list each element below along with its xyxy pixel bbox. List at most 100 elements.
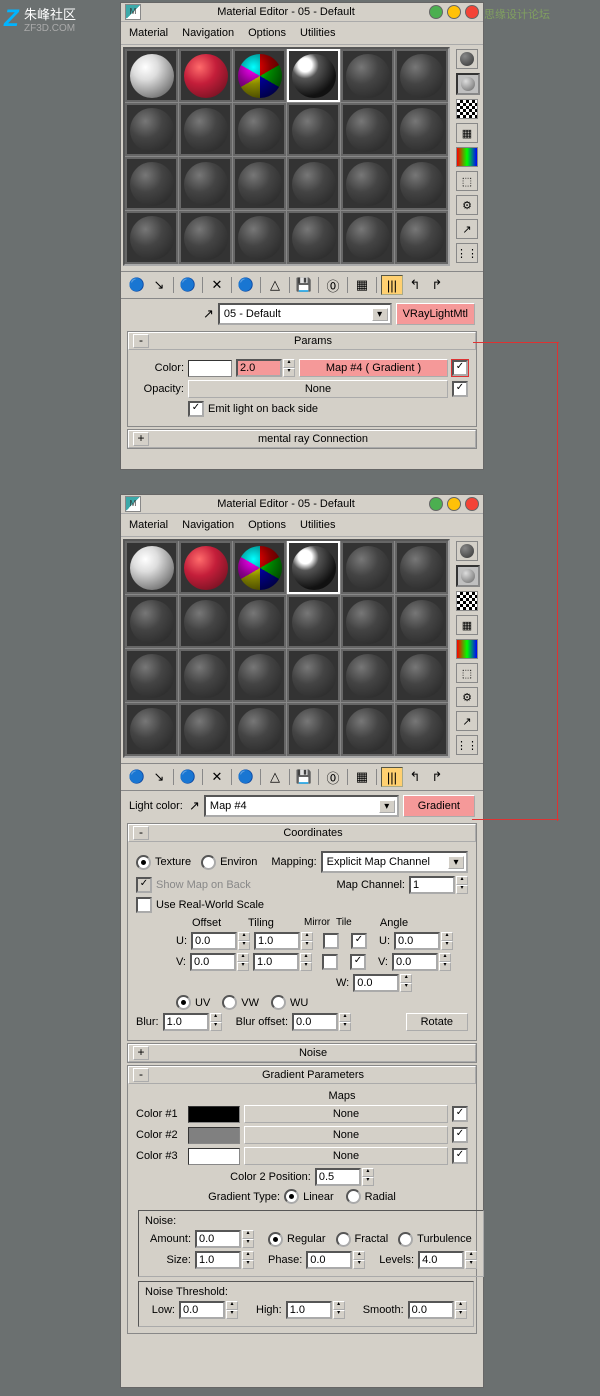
- wu-radio[interactable]: [271, 995, 286, 1010]
- slot-18[interactable]: [395, 157, 448, 210]
- slot-22[interactable]: [287, 703, 340, 756]
- menu-material[interactable]: Material: [129, 519, 168, 531]
- nt-high-spinner[interactable]: ▴▾: [286, 1301, 345, 1319]
- uv-radio[interactable]: [176, 995, 191, 1010]
- mentalray-header[interactable]: +mental ray Connection: [128, 430, 476, 448]
- sample-type-icon[interactable]: [456, 541, 478, 561]
- reset-icon[interactable]: ✕: [207, 768, 227, 786]
- close-button[interactable]: [465, 5, 479, 19]
- eyedropper-icon[interactable]: ↗: [189, 798, 200, 814]
- slot-21[interactable]: [233, 211, 286, 264]
- offset-v-spinner[interactable]: ▴▾: [190, 953, 249, 971]
- material-map-nav-icon[interactable]: ⋮⋮: [456, 243, 478, 263]
- multiplier-spinner[interactable]: ▴▾: [236, 359, 295, 377]
- material-name-dropdown[interactable]: 05 - Default: [218, 303, 392, 325]
- put-to-scene-icon[interactable]: ↘: [149, 276, 169, 294]
- show-map-icon[interactable]: ▦: [352, 768, 372, 786]
- nt-smooth-spinner[interactable]: ▴▾: [408, 1301, 467, 1319]
- make-unique-icon[interactable]: △: [265, 768, 285, 786]
- menu-navigation[interactable]: Navigation: [182, 27, 234, 39]
- noise-levels-spinner[interactable]: ▴▾: [418, 1251, 477, 1269]
- options-icon[interactable]: ⚙: [456, 687, 478, 707]
- tile-u-checkbox[interactable]: [351, 933, 367, 949]
- slot-20[interactable]: [179, 211, 232, 264]
- slot-24[interactable]: [395, 703, 448, 756]
- menu-options[interactable]: Options: [248, 27, 286, 39]
- slot-19[interactable]: [125, 211, 178, 264]
- eyedropper-icon[interactable]: ↗: [203, 306, 214, 322]
- backlight-icon[interactable]: [456, 565, 480, 587]
- get-material-icon[interactable]: 🔵: [127, 768, 147, 786]
- slot-10[interactable]: [287, 595, 340, 648]
- slot-7[interactable]: [125, 595, 178, 648]
- noise-phase-spinner[interactable]: ▴▾: [306, 1251, 365, 1269]
- tiling-v-spinner[interactable]: ▴▾: [253, 953, 312, 971]
- color1-swatch[interactable]: [188, 1106, 240, 1123]
- select-by-mtl-icon[interactable]: ↗: [456, 219, 478, 239]
- slot-21[interactable]: [233, 703, 286, 756]
- checker-icon[interactable]: [456, 591, 478, 611]
- color3-map-checkbox[interactable]: [452, 1148, 468, 1164]
- slot-3[interactable]: [233, 541, 286, 594]
- fractal-radio[interactable]: [336, 1232, 351, 1247]
- maximize-button[interactable]: [447, 5, 461, 19]
- go-forward-icon[interactable]: ↱: [427, 276, 447, 294]
- environ-radio[interactable]: [201, 855, 216, 870]
- map-type-button[interactable]: Gradient: [403, 795, 475, 817]
- color2-map-button[interactable]: None: [244, 1126, 448, 1144]
- realworld-checkbox[interactable]: [136, 897, 152, 913]
- options-icon[interactable]: ⚙: [456, 195, 478, 215]
- mtl-id-icon[interactable]: ⓪: [323, 768, 343, 786]
- slot-12[interactable]: [395, 103, 448, 156]
- color2pos-spinner[interactable]: ▴▾: [315, 1168, 374, 1186]
- slot-10[interactable]: [287, 103, 340, 156]
- mirror-u-checkbox[interactable]: [323, 933, 339, 949]
- slot-15[interactable]: [233, 157, 286, 210]
- slot-6[interactable]: [395, 49, 448, 102]
- slot-2[interactable]: [179, 49, 232, 102]
- minimize-button[interactable]: [429, 497, 443, 511]
- go-forward-icon[interactable]: ↱: [427, 768, 447, 786]
- mirror-v-checkbox[interactable]: [322, 954, 338, 970]
- titlebar[interactable]: M Material Editor - 05 - Default: [121, 495, 483, 514]
- opacity-map-button[interactable]: None: [188, 380, 448, 398]
- make-unique-icon[interactable]: △: [265, 276, 285, 294]
- maximize-button[interactable]: [447, 497, 461, 511]
- rotate-button[interactable]: Rotate: [406, 1013, 468, 1031]
- color3-map-button[interactable]: None: [244, 1147, 448, 1165]
- menu-utilities[interactable]: Utilities: [300, 27, 335, 39]
- noise-header[interactable]: +Noise: [128, 1044, 476, 1062]
- slot-8[interactable]: [179, 103, 232, 156]
- make-copy-icon[interactable]: 🔵: [236, 276, 256, 294]
- slot-13[interactable]: [125, 649, 178, 702]
- preview-icon[interactable]: ⬚: [456, 663, 478, 683]
- color-swatch[interactable]: [188, 360, 232, 377]
- slot-16[interactable]: [287, 157, 340, 210]
- show-map-icon[interactable]: ▦: [352, 276, 372, 294]
- sample-uv-icon[interactable]: ▦: [456, 123, 478, 143]
- slot-17[interactable]: [341, 157, 394, 210]
- angle-v-spinner[interactable]: ▴▾: [392, 953, 451, 971]
- slot-14[interactable]: [179, 649, 232, 702]
- slot-15[interactable]: [233, 649, 286, 702]
- slot-6[interactable]: [395, 541, 448, 594]
- video-color-icon[interactable]: [456, 639, 478, 659]
- angle-u-spinner[interactable]: ▴▾: [394, 932, 453, 950]
- sample-uv-icon[interactable]: ▦: [456, 615, 478, 635]
- assign-to-sel-icon[interactable]: 🔵: [178, 768, 198, 786]
- slot-17[interactable]: [341, 649, 394, 702]
- tile-v-checkbox[interactable]: [350, 954, 366, 970]
- map-name-dropdown[interactable]: Map #4: [204, 795, 399, 817]
- minimize-button[interactable]: [429, 5, 443, 19]
- slot-19[interactable]: [125, 703, 178, 756]
- go-to-parent-icon[interactable]: ↰: [405, 276, 425, 294]
- slot-4-selected[interactable]: [287, 49, 340, 102]
- emit-backside-checkbox[interactable]: [188, 401, 204, 417]
- get-material-icon[interactable]: 🔵: [127, 276, 147, 294]
- color-map-checkbox[interactable]: [452, 360, 468, 376]
- menu-material[interactable]: Material: [129, 27, 168, 39]
- color-map-button[interactable]: Map #4 ( Gradient ): [299, 359, 448, 377]
- slot-13[interactable]: [125, 157, 178, 210]
- slot-8[interactable]: [179, 595, 232, 648]
- checker-icon[interactable]: [456, 99, 478, 119]
